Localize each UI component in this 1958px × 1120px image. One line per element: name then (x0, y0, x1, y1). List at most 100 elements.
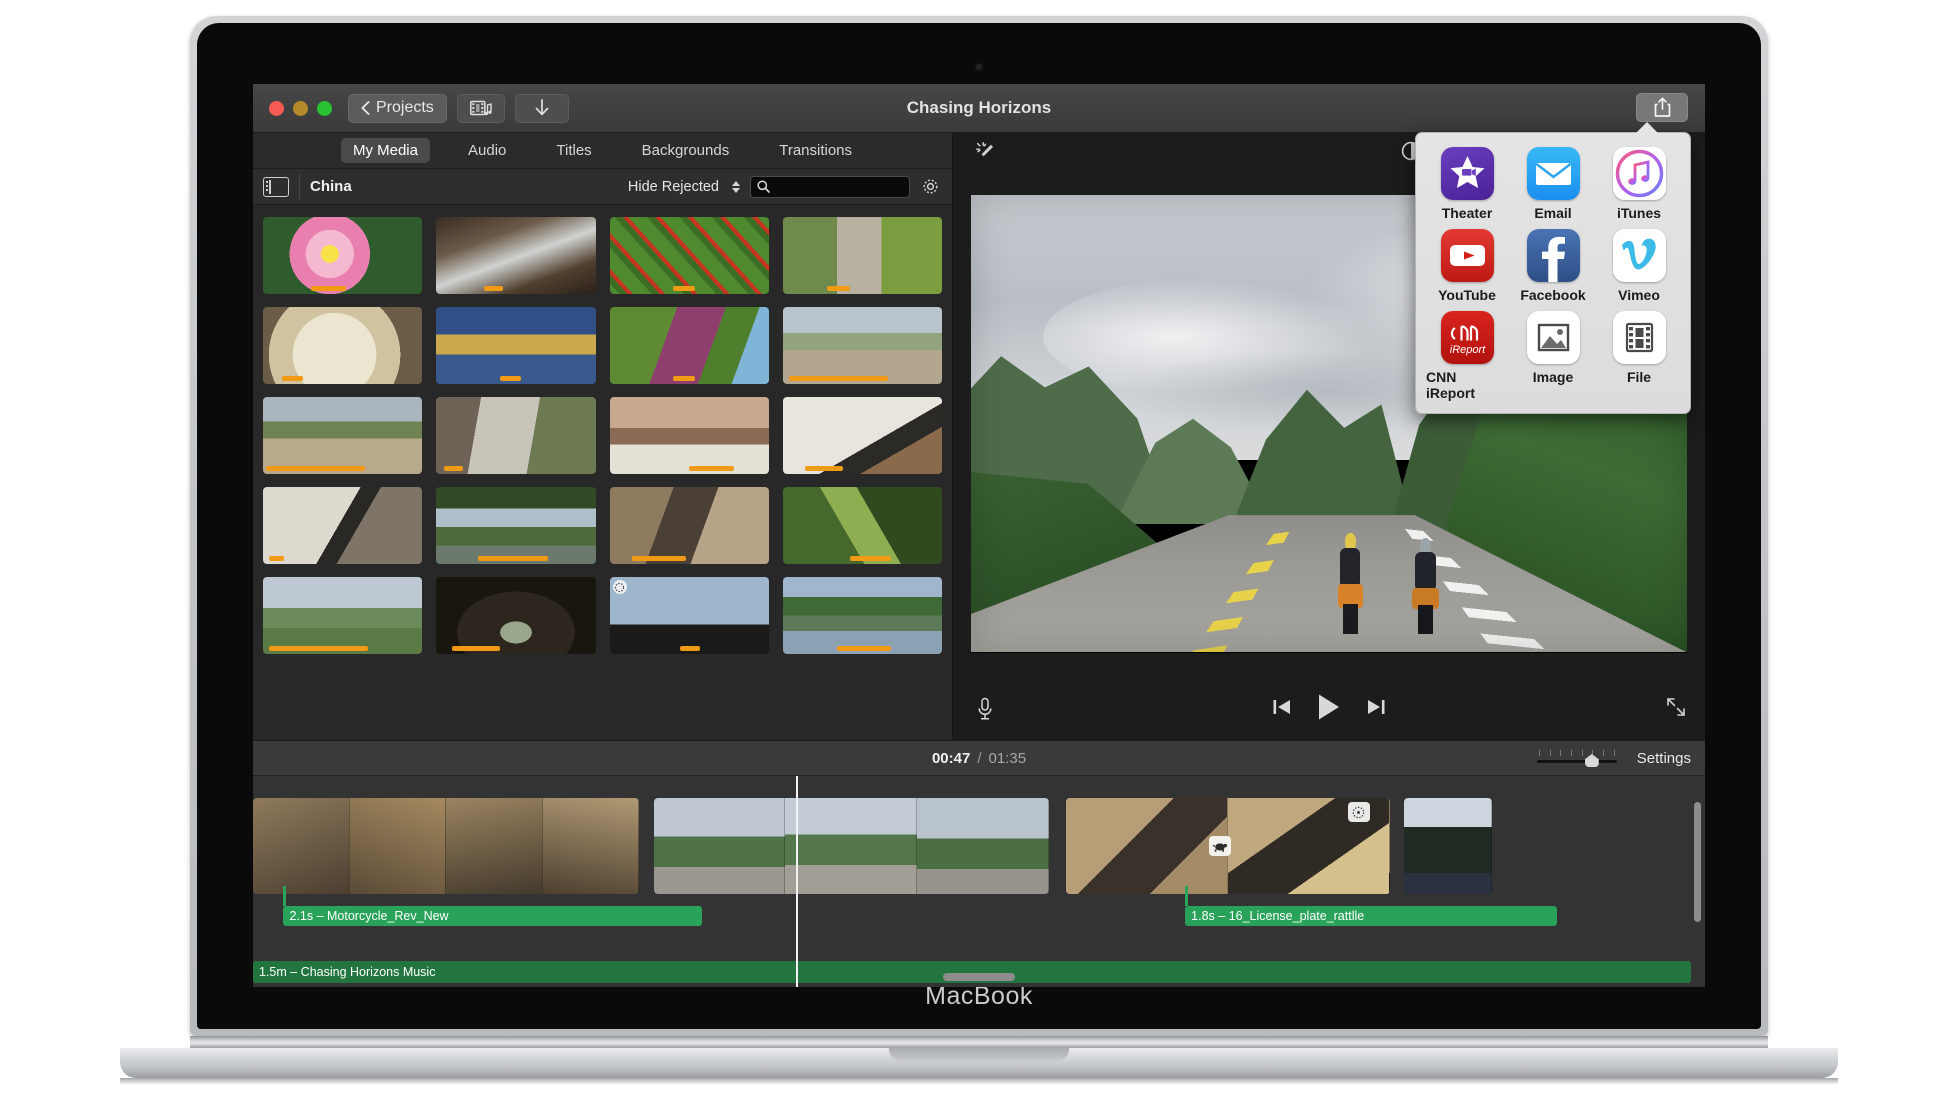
media-thumbnail[interactable] (263, 577, 423, 654)
macbook-base-notch (889, 1048, 1069, 1061)
chevron-left-icon (361, 101, 370, 115)
clip-settings-icon[interactable] (1347, 802, 1370, 822)
image-icon (1526, 311, 1580, 364)
media-thumbnail[interactable] (609, 217, 769, 294)
tab-titles[interactable]: Titles (544, 138, 603, 163)
timeline-toolbar: 00:47 / 01:35 Settings (253, 740, 1705, 776)
timeline-horizontal-scrollbar[interactable] (943, 973, 1015, 981)
share-destination-image[interactable]: Image (1512, 311, 1594, 401)
media-thumbnail[interactable] (609, 487, 769, 564)
media-thumbnail[interactable] (436, 487, 596, 564)
media-thumbnail[interactable] (436, 397, 596, 474)
download-arrow-icon (535, 99, 549, 116)
media-thumbnail[interactable] (436, 577, 596, 654)
filter-label[interactable]: Hide Rejected (628, 179, 719, 195)
media-thumbnail[interactable] (782, 577, 942, 654)
timeline-clip[interactable] (1404, 798, 1492, 894)
timeline-clip[interactable] (1066, 798, 1390, 894)
share-destination-itunes[interactable]: iTunes (1598, 147, 1680, 221)
filmstrip-frame (785, 798, 918, 894)
header-divider (299, 173, 300, 200)
macbook-mockup: MacBook Projects Chasing Horizons My Med… (0, 0, 1958, 1120)
media-thumbnail[interactable] (436, 307, 596, 384)
media-grid-scroll[interactable] (253, 205, 952, 740)
filmstrip-frame (253, 798, 350, 894)
filter-stepper[interactable] (732, 180, 740, 193)
voiceover-button[interactable] (971, 695, 999, 723)
thumbnail-image-market-cucumbers (782, 217, 942, 294)
enhance-icon[interactable] (971, 137, 999, 165)
media-thumbnail[interactable] (782, 217, 942, 294)
share-destination-file[interactable]: File (1598, 311, 1680, 401)
media-thumbnail[interactable] (263, 487, 423, 564)
media-thumbnail[interactable] (436, 217, 596, 294)
minimize-button[interactable] (293, 100, 308, 116)
filmstrip-frame (1066, 798, 1228, 894)
sidebar-toggle-button[interactable] (263, 176, 289, 197)
media-thumbnail[interactable] (609, 397, 769, 474)
thumbnail-image-vegetable-wall (609, 307, 769, 384)
search-field[interactable] (750, 175, 910, 198)
share-destination-youtube[interactable]: YouTube (1426, 229, 1508, 303)
share-destination-email[interactable]: Email (1512, 147, 1594, 221)
media-thumbnail[interactable] (609, 307, 769, 384)
macbook-shadow (120, 1078, 1838, 1085)
slow-motion-turtle-icon[interactable] (1208, 836, 1231, 856)
media-thumbnail[interactable] (782, 397, 942, 474)
media-thumbnail[interactable] (263, 217, 423, 294)
play-button[interactable] (1316, 693, 1342, 726)
share-destination-theater[interactable]: Theater (1426, 147, 1508, 221)
import-media-button[interactable] (456, 93, 505, 123)
timeline-clip[interactable] (653, 798, 1049, 894)
share-destinations-grid: Theater Email iTunes YouTube Facebook Vimeo iR… (1426, 147, 1680, 401)
share-icon (1654, 97, 1670, 117)
tab-transitions[interactable]: Transitions (767, 138, 864, 163)
close-button[interactable] (269, 100, 284, 116)
tab-audio[interactable]: Audio (456, 138, 518, 163)
cnn-ireport-icon: iReport (1440, 311, 1494, 364)
media-thumbnail[interactable] (782, 487, 942, 564)
timeline-audio-clip[interactable]: 2.1s – Motorcycle_Rev_New (283, 906, 702, 926)
playhead-handle[interactable] (789, 776, 806, 777)
download-button[interactable] (514, 93, 569, 123)
timeline-audio-clip[interactable]: 1.8s – 16_License_plate_rattlle (1185, 906, 1557, 926)
svg-text:iReport: iReport (1449, 344, 1485, 356)
share-destination-facebook[interactable]: Facebook (1512, 229, 1594, 303)
jump-to-end-button[interactable] (1366, 698, 1386, 721)
clip-filmstrip (653, 798, 1049, 894)
media-thumbnail[interactable] (609, 577, 769, 654)
share-destination-label: Theater (1441, 205, 1493, 221)
thumbnail-image-motorcycles-village-street (782, 307, 942, 384)
browser-settings-gear-button[interactable] (920, 176, 942, 198)
timeline[interactable]: 2.1s – Motorcycle_Rev_New 1.8s – 16_Licen… (253, 776, 1705, 987)
playhead[interactable] (789, 776, 806, 987)
total-time: 01:35 (988, 749, 1027, 767)
timeline-zoom-slider[interactable] (1536, 748, 1617, 768)
share-button[interactable] (1636, 93, 1688, 122)
timeline-clip[interactable] (253, 798, 640, 894)
media-thumbnail[interactable] (782, 307, 942, 384)
filmstrip-frame (653, 798, 786, 894)
timeline-vertical-scrollbar[interactable] (1694, 802, 1701, 922)
audio-clip-label: 2.1s – Motorcycle_Rev_New (289, 909, 449, 923)
tab-my-media[interactable]: My Media (340, 138, 430, 163)
tab-backgrounds[interactable]: Backgrounds (630, 138, 742, 163)
fullscreen-button[interactable] (1665, 696, 1687, 723)
share-destination-label: CNN iReport (1426, 369, 1475, 401)
media-thumbnail[interactable] (263, 397, 423, 474)
timeline-settings-button[interactable]: Settings (1637, 750, 1691, 767)
share-destination-label: File (1626, 369, 1652, 385)
jump-to-start-button[interactable] (1272, 698, 1292, 721)
zoom-button[interactable] (317, 100, 332, 116)
clip-used-indicator (679, 646, 701, 651)
vimeo-icon (1612, 229, 1666, 282)
share-destination-cnn-ireport[interactable]: iReport CNN iReport (1426, 311, 1508, 401)
media-thumbnail[interactable] (263, 307, 423, 384)
share-destination-vimeo[interactable]: Vimeo (1598, 229, 1680, 303)
back-to-projects-button[interactable]: Projects (348, 93, 447, 123)
clip-used-indicator (452, 646, 500, 651)
file-icon (1612, 311, 1666, 364)
search-input[interactable] (775, 179, 903, 194)
media-grid (263, 217, 942, 654)
window-titlebar: Projects Chasing Horizons (253, 84, 1705, 133)
